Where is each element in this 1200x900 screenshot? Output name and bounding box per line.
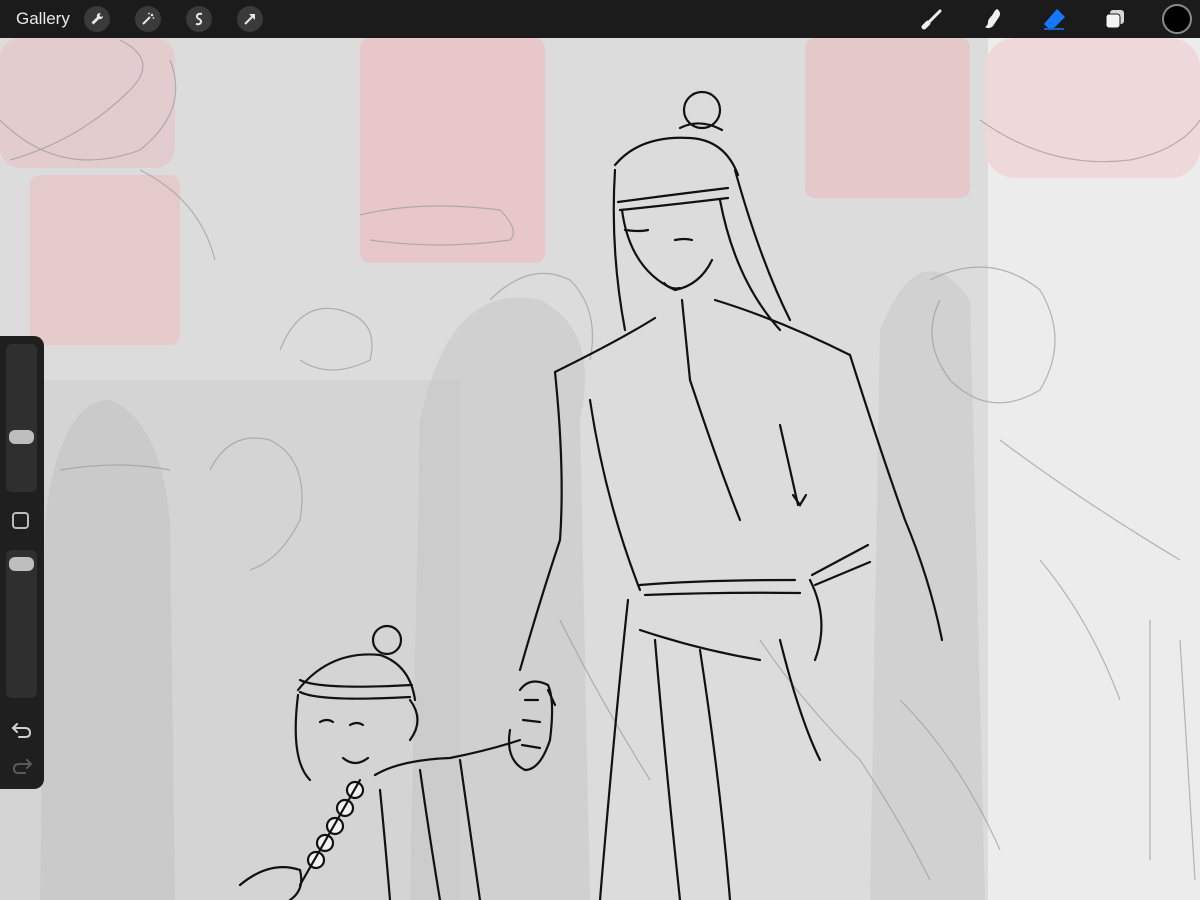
sketch-artwork	[0, 38, 1200, 900]
redo-icon[interactable]	[10, 756, 34, 776]
selection-icon[interactable]	[185, 6, 212, 32]
opacity-slider[interactable]	[6, 550, 37, 698]
drawing-canvas[interactable]	[0, 38, 1200, 900]
brush-size-thumb[interactable]	[9, 430, 34, 444]
undo-icon[interactable]	[10, 720, 34, 740]
color-picker-button[interactable]	[1162, 4, 1192, 34]
transform-arrow-icon[interactable]	[236, 6, 263, 32]
magic-wand-icon[interactable]	[134, 6, 161, 32]
layers-icon[interactable]	[1101, 5, 1129, 33]
brush-icon[interactable]	[918, 5, 946, 33]
gallery-button[interactable]: Gallery	[16, 9, 70, 29]
modify-square-icon[interactable]	[12, 512, 29, 529]
brush-size-slider[interactable]	[6, 344, 37, 492]
top-toolbar: Gallery	[0, 0, 1200, 38]
opacity-thumb[interactable]	[9, 557, 34, 571]
left-sidebar	[0, 336, 44, 789]
wrench-icon[interactable]	[83, 6, 110, 32]
eraser-icon[interactable]	[1040, 5, 1068, 33]
smudge-icon[interactable]	[979, 5, 1007, 33]
right-toolbar	[918, 0, 1200, 38]
